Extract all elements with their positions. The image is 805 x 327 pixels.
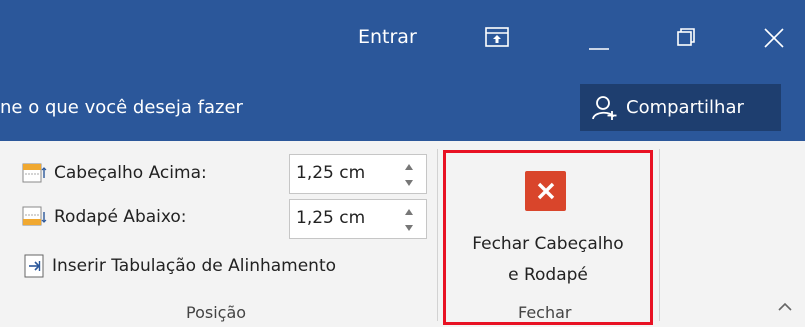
title-bar: Entrar — [0, 0, 805, 75]
group-separator — [659, 149, 660, 321]
share-label: Compartilhar — [626, 97, 744, 118]
ribbon: Cabeçalho Acima: 1,25 cm Rodapé Abaixo: … — [0, 141, 805, 327]
minimize-icon[interactable] — [589, 36, 609, 55]
header-top-spinner[interactable]: 1,25 cm — [289, 154, 427, 194]
footer-bottom-label: Rodapé Abaixo: — [54, 207, 187, 227]
insert-alignment-tab-button[interactable]: Inserir Tabulação de Alinhamento — [24, 254, 336, 278]
signin-link[interactable]: Entrar — [358, 26, 417, 48]
highlight-frame — [443, 150, 653, 325]
collapse-ribbon-icon[interactable] — [776, 300, 794, 314]
header-top-value[interactable]: 1,25 cm — [296, 163, 365, 183]
spin-up-icon[interactable] — [404, 161, 414, 173]
share-button[interactable]: Compartilhar — [580, 84, 781, 131]
insert-tab-icon — [24, 254, 44, 278]
insert-tab-label: Inserir Tabulação de Alinhamento — [52, 256, 337, 276]
footer-bottom-spinner[interactable]: 1,25 cm — [289, 199, 427, 239]
tell-me-search[interactable]: ne o que você deseja fazer — [0, 97, 243, 118]
header-top-label: Cabeçalho Acima: — [54, 163, 207, 183]
spin-up-icon[interactable] — [404, 206, 414, 218]
footer-position-row: Rodapé Abaixo: — [22, 206, 187, 228]
close-window-icon[interactable] — [764, 28, 784, 52]
person-add-icon — [592, 95, 618, 121]
ribbon-display-options-icon[interactable] — [485, 27, 509, 51]
header-position-icon — [22, 162, 48, 184]
group-separator — [437, 149, 438, 321]
footer-bottom-value[interactable]: 1,25 cm — [296, 208, 365, 228]
position-group-label: Posição — [186, 303, 247, 322]
restore-icon[interactable] — [676, 27, 696, 51]
spin-down-icon[interactable] — [404, 222, 414, 234]
footer-position-icon — [22, 206, 48, 228]
spin-down-icon[interactable] — [404, 177, 414, 189]
header-position-row: Cabeçalho Acima: — [22, 162, 207, 184]
